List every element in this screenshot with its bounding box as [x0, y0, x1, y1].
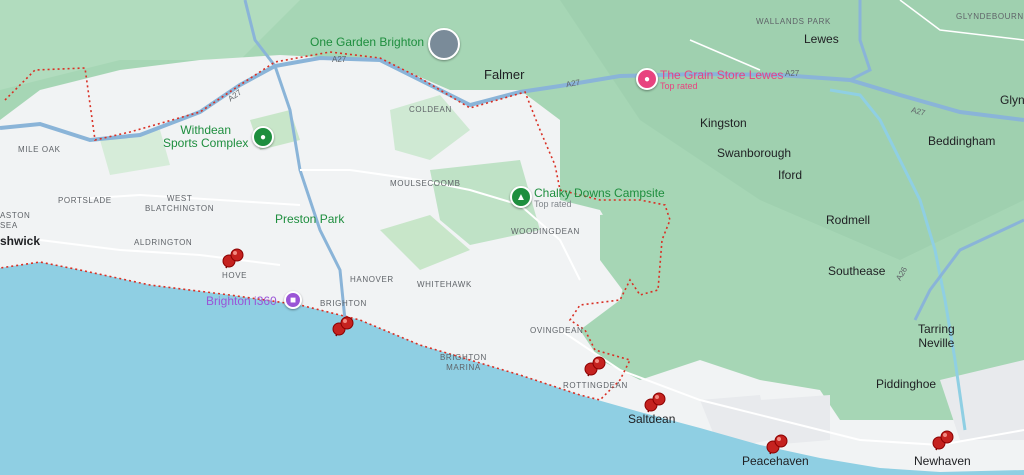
- label-tarring-neville: Tarring Neville: [918, 322, 955, 350]
- label-glyn: Glyn: [1000, 93, 1024, 107]
- label-withdean[interactable]: Withdean Sports Complex: [163, 124, 248, 150]
- label-southease: Southease: [828, 264, 886, 278]
- label-one-garden[interactable]: One Garden Brighton: [310, 36, 424, 48]
- label-chalky-downs-sub: Top rated: [534, 199, 572, 209]
- tent-icon[interactable]: ▲: [510, 186, 532, 208]
- label-portslade: PORTSLADE: [58, 196, 112, 205]
- road-label-a27-east2: A27: [785, 69, 800, 78]
- one-garden-photo-icon[interactable]: [428, 28, 460, 60]
- label-lewes: Lewes: [804, 32, 839, 46]
- label-brighton-i360[interactable]: Brighton i360: [206, 295, 277, 307]
- map-pin-brighton-pier[interactable]: [330, 314, 356, 345]
- label-iford: Iford: [778, 168, 803, 182]
- label-coldean: COLDEAN: [409, 105, 452, 114]
- label-woodingdean: WOODINGDEAN: [511, 227, 580, 236]
- label-wallands-park: WALLANDS PARK: [756, 17, 831, 26]
- map-pin-hove[interactable]: [220, 246, 246, 277]
- label-west-blatchington: WEST BLATCHINGTON: [145, 194, 215, 213]
- label-brighton: BRIGHTON: [320, 299, 367, 308]
- camera-icon[interactable]: ■: [284, 291, 302, 309]
- label-falmer: Falmer: [484, 67, 525, 82]
- shopping-bag-icon[interactable]: ●: [636, 68, 658, 90]
- label-mile-oak: MILE OAK: [18, 145, 61, 154]
- label-aston-sea: ASTON SEA: [0, 211, 31, 230]
- label-whitehawk: WHITEHAWK: [417, 280, 472, 289]
- label-shwick: shwick: [0, 234, 41, 248]
- label-kingston: Kingston: [700, 116, 747, 130]
- road-label-a27-mid: A27: [332, 55, 347, 64]
- label-rodmell: Rodmell: [826, 213, 871, 227]
- label-brighton-marina: BRIGHTON MARINA: [440, 353, 487, 372]
- label-glyndebourne: GLYNDEBOURNE: [956, 12, 1024, 21]
- map-canvas[interactable]: One Garden Brighton Falmer ● The Grain S…: [0, 0, 1024, 475]
- tree-icon[interactable]: ●: [252, 126, 274, 148]
- label-swanborough: Swanborough: [717, 146, 792, 160]
- label-aldrington: ALDRINGTON: [134, 238, 193, 247]
- label-preston-park[interactable]: Preston Park: [275, 213, 344, 225]
- map-pin-peacehaven[interactable]: [764, 432, 790, 463]
- map-pin-saltdean[interactable]: [642, 390, 668, 421]
- label-hanover: HANOVER: [350, 275, 394, 284]
- label-ovingdean: OVINGDEAN: [530, 326, 584, 335]
- label-chalky-downs[interactable]: Chalky Downs Campsite: [534, 187, 665, 199]
- label-beddingham: Beddingham: [928, 134, 996, 148]
- label-grain-store-sub: Top rated: [660, 81, 698, 91]
- map-pin-newhaven[interactable]: [930, 428, 956, 459]
- label-piddinghoe: Piddinghoe: [876, 377, 937, 391]
- label-moulsecoomb: MOULSECOOMB: [390, 179, 461, 188]
- map-pin-rottingdean[interactable]: [582, 354, 608, 385]
- label-grain-store[interactable]: The Grain Store Lewes: [660, 69, 783, 81]
